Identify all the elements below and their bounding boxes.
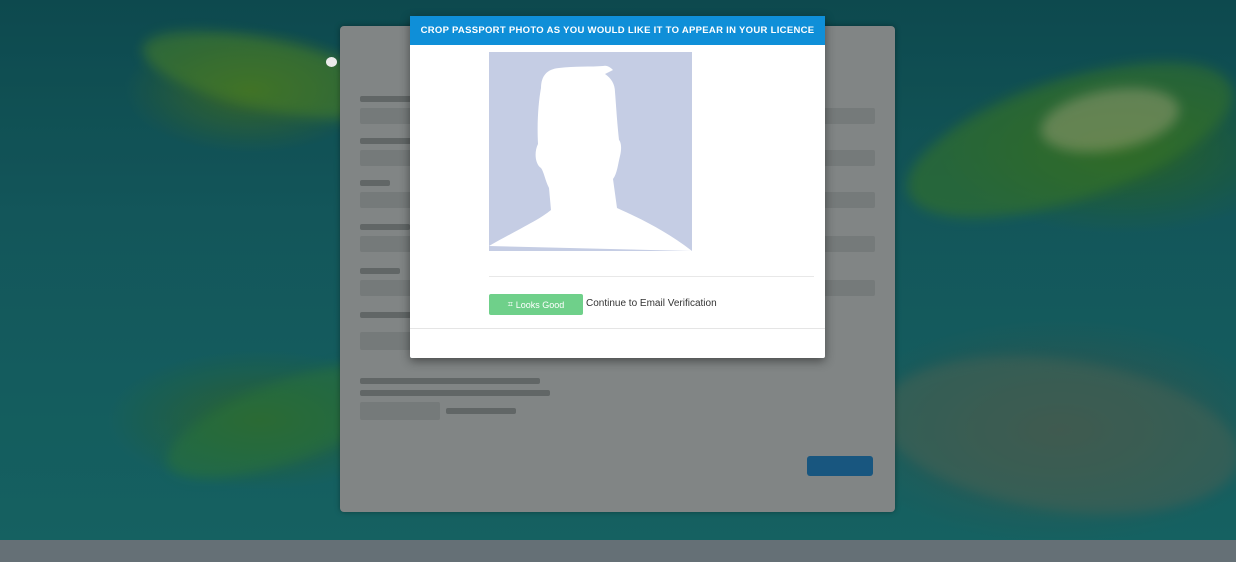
modal-title: CROP PASSPORT PHOTO AS YOU WOULD LIKE IT… <box>410 16 825 45</box>
looks-good-button[interactable]: ⌗ Looks Good <box>489 294 583 315</box>
modal-footer-divider <box>410 328 825 329</box>
continue-hint-text: Continue to Email Verification <box>586 298 717 309</box>
person-silhouette-icon <box>489 65 692 251</box>
crop-icon: ⌗ <box>507 299 513 309</box>
divider <box>489 276 814 277</box>
passport-photo-crop-area[interactable] <box>489 52 692 251</box>
crop-photo-modal: CROP PASSPORT PHOTO AS YOU WOULD LIKE IT… <box>410 16 825 358</box>
looks-good-label: Looks Good <box>515 299 565 310</box>
